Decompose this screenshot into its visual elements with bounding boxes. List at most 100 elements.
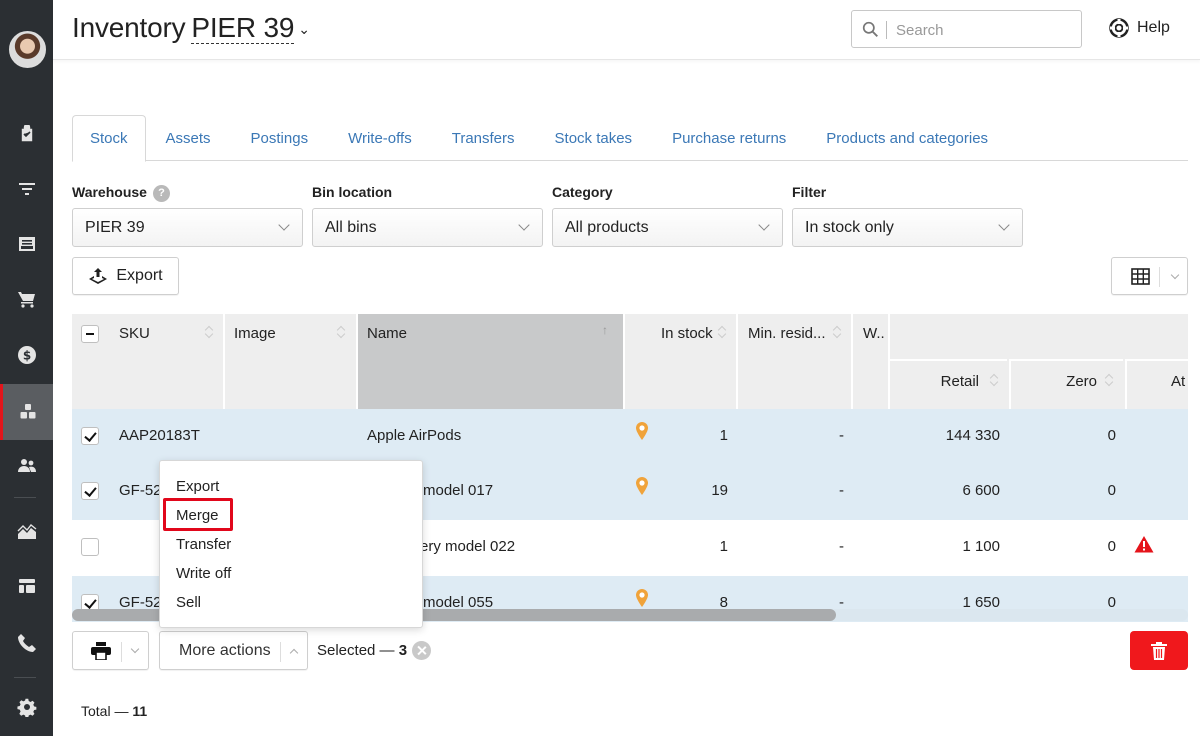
- column-header-image[interactable]: Image: [225, 314, 356, 409]
- total-label: Total —: [81, 703, 129, 719]
- location-pin-icon[interactable]: [635, 476, 649, 496]
- search-box[interactable]: [851, 10, 1082, 48]
- export-label: Export: [116, 267, 163, 284]
- sort-icon[interactable]: [205, 326, 213, 338]
- user-avatar[interactable]: [9, 31, 46, 68]
- delete-button[interactable]: [1130, 631, 1188, 670]
- min-residual-cell: -: [839, 427, 844, 444]
- menu-item-transfer[interactable]: Transfer: [176, 536, 231, 553]
- clipboard-check-icon: [19, 125, 34, 143]
- bin-location-select[interactable]: All bins: [312, 208, 543, 247]
- sort-icon[interactable]: [833, 326, 841, 338]
- sidebar-item-orders[interactable]: [0, 216, 53, 272]
- boxes-icon: [20, 404, 36, 419]
- sidebar-item-sales[interactable]: [0, 271, 53, 327]
- more-actions-menu: Export Merge Transfer Write off Sell: [159, 460, 423, 628]
- warehouse-label-text: Warehouse: [72, 184, 147, 200]
- name-cell[interactable]: Apple AirPods: [367, 427, 461, 444]
- min-residual-cell: -: [839, 482, 844, 499]
- warehouse-select[interactable]: PIER 39: [72, 208, 303, 247]
- at-header-label: At: [1171, 373, 1186, 390]
- export-button[interactable]: Export: [72, 257, 179, 295]
- sidebar-item-funnel[interactable]: [0, 161, 53, 217]
- menu-item-sell[interactable]: Sell: [176, 594, 201, 611]
- bin-location-value: All bins: [325, 219, 377, 236]
- location-pin-icon[interactable]: [635, 588, 649, 608]
- zero-header-label: Zero: [1066, 373, 1097, 390]
- page-title-text: Inventory: [72, 12, 186, 43]
- more-actions-label: More actions: [179, 642, 271, 659]
- sidebar-item-inventory[interactable]: [0, 384, 53, 440]
- sidebar-item-tasks[interactable]: [0, 106, 53, 162]
- tab-assets[interactable]: Assets: [146, 115, 231, 161]
- location-pin-icon[interactable]: [635, 421, 649, 441]
- table-row[interactable]: AAP20183T Apple AirPods 1 - 144 330 0: [72, 409, 1188, 464]
- tab-transfers[interactable]: Transfers: [432, 115, 535, 161]
- min-residual-header-label: Min. resid...: [748, 325, 826, 342]
- bin-location-label: Bin location: [312, 184, 393, 200]
- min-residual-cell: -: [839, 538, 844, 555]
- sort-icon[interactable]: [718, 326, 726, 338]
- chevron-down-icon[interactable]: ⌄: [298, 21, 310, 37]
- column-settings-button[interactable]: [1111, 257, 1188, 295]
- tab-products-and-categories[interactable]: Products and categories: [806, 115, 1008, 161]
- search-input[interactable]: [896, 19, 1066, 41]
- chevron-up-icon[interactable]: [289, 648, 299, 658]
- sort-icon[interactable]: [1105, 374, 1113, 386]
- retail-header-label: Retail: [940, 373, 979, 390]
- total-number: 11: [132, 703, 148, 719]
- in-stock-header-label: In stock: [661, 325, 713, 342]
- menu-item-write-off[interactable]: Write off: [176, 565, 231, 582]
- printer-icon: [91, 642, 111, 660]
- help-question-icon[interactable]: ?: [152, 184, 170, 202]
- category-select[interactable]: All products: [552, 208, 783, 247]
- help-link[interactable]: Help: [1109, 18, 1170, 38]
- tab-postings[interactable]: Postings: [231, 115, 329, 161]
- sidebar-item-finance[interactable]: $: [0, 327, 53, 383]
- store-selector[interactable]: PIER 39: [191, 12, 294, 44]
- warehouse-value: PIER 39: [85, 219, 145, 236]
- retail-cell: 6 600: [962, 482, 1000, 499]
- warning-icon[interactable]: [1134, 535, 1154, 553]
- tab-purchase-returns[interactable]: Purchase returns: [652, 115, 806, 161]
- sidebar-item-calls[interactable]: [0, 615, 53, 671]
- retail-cell: 144 330: [945, 427, 1000, 444]
- sidebar-item-reports[interactable]: [0, 504, 53, 560]
- column-header-zero[interactable]: Zero: [1009, 359, 1123, 409]
- print-button[interactable]: [72, 631, 149, 670]
- chevron-down-icon[interactable]: [1170, 270, 1180, 280]
- clear-selection-icon[interactable]: [412, 641, 431, 660]
- menu-item-export[interactable]: Export: [176, 478, 219, 495]
- tab-stock[interactable]: Stock: [72, 115, 146, 162]
- row-checkbox[interactable]: [81, 427, 99, 445]
- sidebar-item-clients[interactable]: [0, 438, 53, 494]
- column-header-min-residual[interactable]: Min. resid...: [738, 314, 851, 409]
- row-checkbox[interactable]: [81, 482, 99, 500]
- tab-stock-takes[interactable]: Stock takes: [535, 115, 653, 161]
- selected-count: Selected — 3: [317, 642, 407, 659]
- more-actions-button[interactable]: More actions: [159, 631, 308, 670]
- sort-icon[interactable]: [990, 374, 998, 386]
- category-value: All products: [565, 219, 649, 236]
- column-header-retail[interactable]: Retail: [890, 359, 1007, 409]
- chevron-down-icon[interactable]: [130, 644, 140, 654]
- tab-write-offs[interactable]: Write-offs: [328, 115, 432, 161]
- row-checkbox[interactable]: [81, 538, 99, 556]
- lifebuoy-icon: [1109, 18, 1129, 38]
- help-label: Help: [1137, 19, 1170, 36]
- column-header-sku[interactable]: SKU: [72, 314, 223, 409]
- selected-label: Selected —: [317, 642, 395, 659]
- stock-filter-select[interactable]: In stock only: [792, 208, 1023, 247]
- column-header-at[interactable]: At: [1125, 359, 1188, 409]
- sort-ascending-icon[interactable]: ↑: [602, 323, 608, 337]
- column-header-name[interactable]: Name ↑: [358, 314, 623, 409]
- sidebar-item-dashboard[interactable]: [0, 558, 53, 614]
- sort-icon[interactable]: [337, 326, 345, 338]
- sidebar-item-settings[interactable]: [0, 679, 53, 735]
- select-all-checkbox[interactable]: [81, 325, 99, 343]
- stock-filter-value: In stock only: [805, 219, 894, 236]
- name-cell[interactable]: model 017: [423, 482, 493, 499]
- name-cell[interactable]: ery model 022: [420, 538, 515, 555]
- column-header-in-stock[interactable]: In stock: [625, 314, 736, 409]
- column-header-w[interactable]: W..: [853, 314, 888, 409]
